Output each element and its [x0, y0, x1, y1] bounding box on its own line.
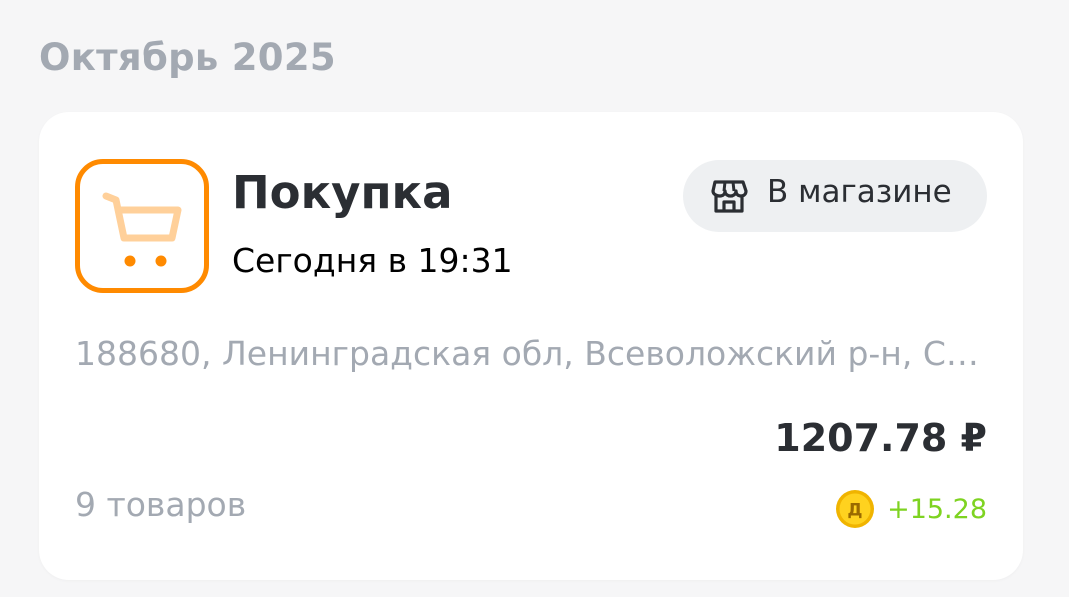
- bonus-value: +15.28: [887, 493, 987, 525]
- bonus-coin-icon: Д: [836, 490, 875, 528]
- month-header: Октябрь 2025: [39, 36, 336, 79]
- coin-letter: Д: [848, 501, 863, 521]
- bonus-points: Д +15.28: [835, 488, 987, 530]
- transaction-card[interactable]: Покупка Сегодня в 19:31 В магазине 18868…: [39, 112, 1023, 580]
- transaction-datetime: Сегодня в 19:31: [232, 241, 513, 280]
- transaction-type: Покупка: [232, 166, 453, 219]
- store-channel-label: В магазине: [767, 174, 952, 210]
- shopping-cart-icon: [102, 192, 182, 267]
- store-channel-chip[interactable]: В магазине: [683, 160, 987, 232]
- items-count: 9 товаров: [75, 485, 247, 524]
- transaction-amount: 1207.78 ₽: [774, 416, 987, 460]
- transaction-address: 188680, Ленинградская обл, Всеволожский …: [75, 334, 979, 373]
- category-icon-box: [75, 159, 209, 293]
- store-icon: [711, 180, 748, 213]
